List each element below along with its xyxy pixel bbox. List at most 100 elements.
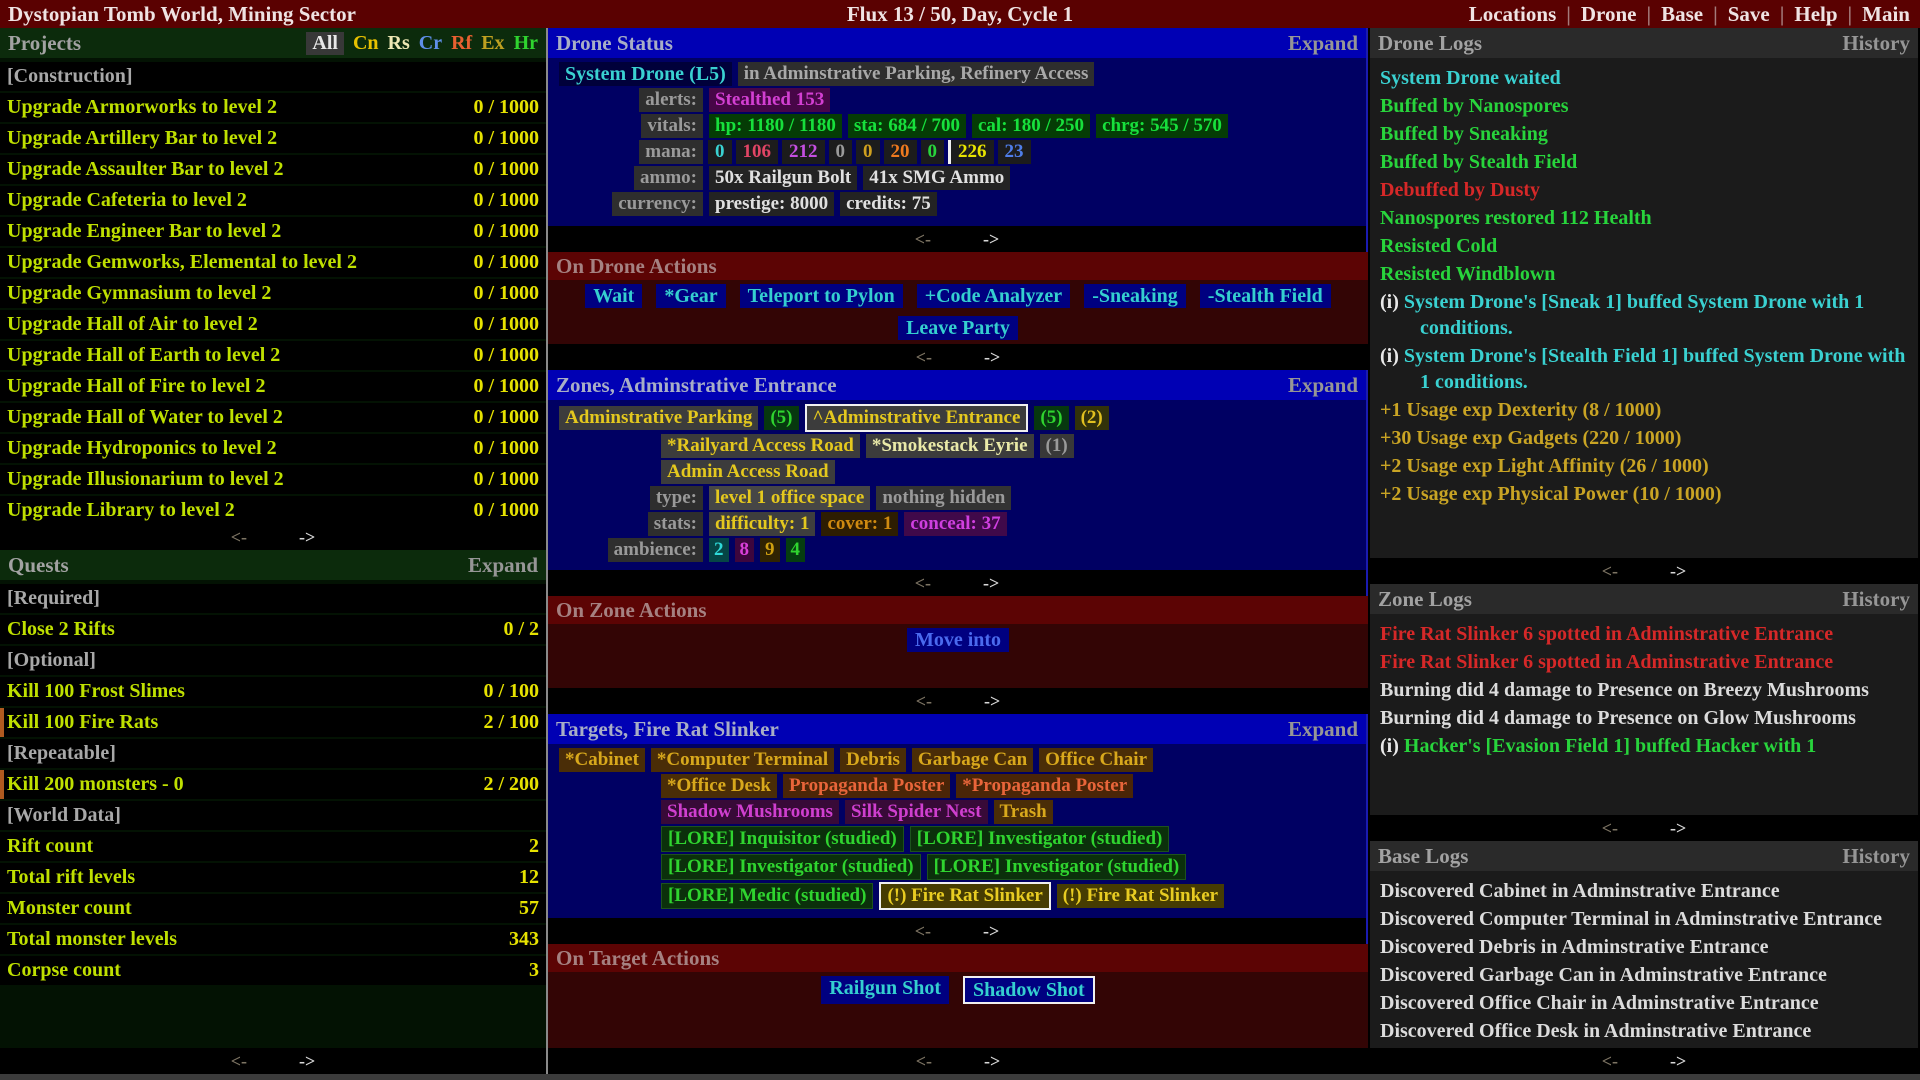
zone-adminstrative-entrance[interactable]: ^Adminstrative Entrance <box>805 404 1029 432</box>
drone-logs-history-button[interactable]: History <box>1842 31 1910 56</box>
project-row[interactable]: Upgrade Hall of Earth to level 20 / 1000 <box>0 341 546 370</box>
target-cabinet[interactable]: *Cabinet <box>559 748 645 772</box>
quest-row[interactable]: Kill 100 Fire Rats2 / 100 <box>0 708 546 737</box>
target-lore-medic-studied[interactable]: [LORE] Medic (studied) <box>661 883 873 909</box>
drone-status-expand-button[interactable]: Expand <box>1288 31 1358 56</box>
pager-next[interactable]: -> <box>299 1051 315 1072</box>
action-leave-party[interactable]: Leave Party <box>898 316 1018 340</box>
project-row[interactable]: Upgrade Armorworks to level 20 / 1000 <box>0 93 546 122</box>
pager-prev[interactable]: <- <box>915 229 931 250</box>
zone-2[interactable]: 2 <box>709 538 729 562</box>
zone-nothing-hidden[interactable]: nothing hidden <box>876 486 1011 510</box>
quest-row[interactable]: Corpse count3 <box>0 956 546 985</box>
project-row[interactable]: Upgrade Engineer Bar to level 20 / 1000 <box>0 217 546 246</box>
zone-admin-access-road[interactable]: Admin Access Road <box>661 460 835 484</box>
zone-5[interactable]: (5) <box>1034 406 1068 430</box>
filter-cn[interactable]: Cn <box>353 32 379 55</box>
zone-4[interactable]: 4 <box>786 538 806 562</box>
zone-2[interactable]: (2) <box>1075 406 1109 430</box>
quest-row[interactable]: Total rift levels12 <box>0 863 546 892</box>
project-row[interactable]: Upgrade Hall of Air to level 20 / 1000 <box>0 310 546 339</box>
zone-difficulty-1[interactable]: difficulty: 1 <box>709 512 815 536</box>
zone-9[interactable]: 9 <box>760 538 780 562</box>
zone-level-1-office-space[interactable]: level 1 office space <box>709 486 870 510</box>
project-row[interactable]: Upgrade Hydroponics to level 20 / 1000 <box>0 434 546 463</box>
filter-ex[interactable]: Ex <box>481 32 504 55</box>
pager-prev[interactable]: <- <box>1602 561 1618 582</box>
zone-1[interactable]: (1) <box>1040 434 1074 458</box>
target-lore-investigator-studied[interactable]: [LORE] Investigator (studied) <box>661 854 921 880</box>
action-code-analyzer[interactable]: +Code Analyzer <box>917 284 1071 308</box>
target-office-chair[interactable]: Office Chair <box>1039 748 1153 772</box>
target-action-railgun-shot[interactable]: Railgun Shot <box>821 976 949 1004</box>
zone-cover-1[interactable]: cover: 1 <box>821 512 898 536</box>
pager-next[interactable]: -> <box>299 527 315 548</box>
target-garbage-can[interactable]: Garbage Can <box>912 748 1033 772</box>
pager-next[interactable]: -> <box>1670 1051 1686 1072</box>
target-computer-terminal[interactable]: *Computer Terminal <box>651 748 834 772</box>
quest-row[interactable]: Rift count2 <box>0 832 546 861</box>
filter-hr[interactable]: Hr <box>514 32 538 55</box>
target-debris[interactable]: Debris <box>840 748 906 772</box>
action-gear[interactable]: *Gear <box>656 284 725 308</box>
pager-next[interactable]: -> <box>984 347 1000 368</box>
target-propaganda-poster[interactable]: Propaganda Poster <box>783 774 950 798</box>
zone-adminstrative-parking[interactable]: Adminstrative Parking <box>559 406 758 430</box>
zone-smokestack-eyrie[interactable]: *Smokestack Eyrie <box>866 434 1034 458</box>
action-sneaking[interactable]: -Sneaking <box>1084 284 1186 308</box>
filter-rf[interactable]: Rf <box>451 32 472 55</box>
menu-save[interactable]: Save <box>1728 2 1770 27</box>
target-fire-rat-slinker[interactable]: (!) Fire Rat Slinker <box>1057 884 1224 908</box>
pager-next[interactable]: -> <box>1670 818 1686 839</box>
target-action-shadow-shot[interactable]: Shadow Shot <box>963 976 1095 1004</box>
zone-railyard-access-road[interactable]: *Railyard Access Road <box>661 434 860 458</box>
filter-all[interactable]: All <box>306 32 344 55</box>
zone-conceal-37[interactable]: conceal: 37 <box>904 512 1006 536</box>
project-row[interactable]: Upgrade Cafeteria to level 20 / 1000 <box>0 186 546 215</box>
base-logs-history-button[interactable]: History <box>1842 844 1910 869</box>
project-row[interactable]: Upgrade Assaulter Bar to level 20 / 1000 <box>0 155 546 184</box>
action-stealth-field[interactable]: -Stealth Field <box>1200 284 1331 308</box>
project-row[interactable]: Upgrade Hall of Fire to level 20 / 1000 <box>0 372 546 401</box>
targets-expand-button[interactable]: Expand <box>1288 717 1358 742</box>
menu-locations[interactable]: Locations <box>1469 2 1557 27</box>
zone-logs-history-button[interactable]: History <box>1842 587 1910 612</box>
pager-next[interactable]: -> <box>1670 561 1686 582</box>
filter-rs[interactable]: Rs <box>388 32 410 55</box>
project-row[interactable]: Upgrade Illusionarium to level 20 / 1000 <box>0 465 546 494</box>
menu-main[interactable]: Main <box>1862 2 1910 27</box>
menu-help[interactable]: Help <box>1794 2 1837 27</box>
project-row[interactable]: Upgrade Artillery Bar to level 20 / 1000 <box>0 124 546 153</box>
pager-next[interactable]: -> <box>983 229 999 250</box>
drone-name-chip[interactable]: System Drone (L5) <box>559 62 732 86</box>
project-row[interactable]: Upgrade Hall of Water to level 20 / 1000 <box>0 403 546 432</box>
pager-prev[interactable]: <- <box>916 691 932 712</box>
pager-prev[interactable]: <- <box>1602 818 1618 839</box>
pager-prev[interactable]: <- <box>916 347 932 368</box>
pager-prev[interactable]: <- <box>231 1051 247 1072</box>
pager-prev[interactable]: <- <box>231 527 247 548</box>
action-teleport-to-pylon[interactable]: Teleport to Pylon <box>740 284 903 308</box>
target-lore-inquisitor-studied[interactable]: [LORE] Inquisitor (studied) <box>661 826 904 852</box>
zone-action-move-into[interactable]: Move into <box>907 628 1009 652</box>
menu-base[interactable]: Base <box>1661 2 1703 27</box>
target-fire-rat-slinker[interactable]: (!) Fire Rat Slinker <box>879 882 1050 910</box>
filter-cr[interactable]: Cr <box>419 32 442 55</box>
pager-prev[interactable]: <- <box>1602 1051 1618 1072</box>
target-office-desk[interactable]: *Office Desk <box>661 774 777 798</box>
zone-5[interactable]: (5) <box>764 406 798 430</box>
quest-row[interactable]: Kill 100 Frost Slimes0 / 100 <box>0 677 546 706</box>
target-lore-investigator-studied[interactable]: [LORE] Investigator (studied) <box>910 826 1170 852</box>
quests-expand-button[interactable]: Expand <box>468 553 538 578</box>
quest-row[interactable]: Total monster levels343 <box>0 925 546 954</box>
pager-next[interactable]: -> <box>984 691 1000 712</box>
pager-prev[interactable]: <- <box>915 921 931 942</box>
project-row[interactable]: Upgrade Gemworks, Elemental to level 20 … <box>0 248 546 277</box>
quest-row[interactable]: Monster count57 <box>0 894 546 923</box>
project-row[interactable]: Upgrade Library to level 20 / 1000 <box>0 496 546 524</box>
pager-next[interactable]: -> <box>983 921 999 942</box>
target-lore-investigator-studied[interactable]: [LORE] Investigator (studied) <box>927 854 1187 880</box>
pager-next[interactable]: -> <box>983 573 999 594</box>
pager-prev[interactable]: <- <box>916 1051 932 1072</box>
pager-prev[interactable]: <- <box>915 573 931 594</box>
